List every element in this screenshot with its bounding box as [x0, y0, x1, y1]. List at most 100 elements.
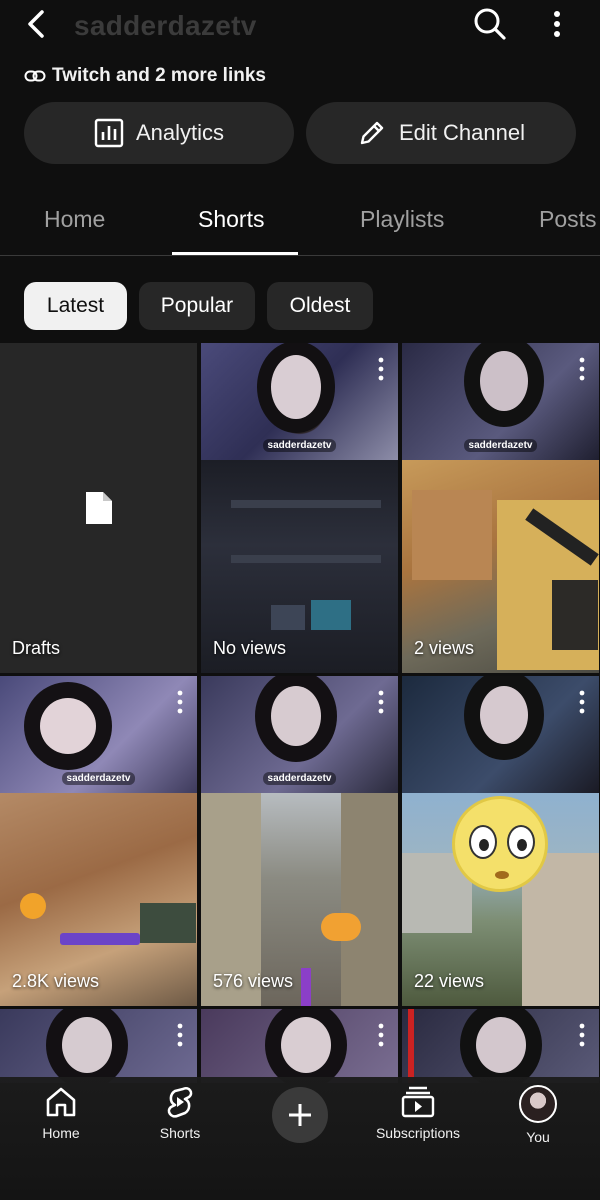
channel-watermark: sadderdazetv	[262, 439, 337, 452]
more-options-button[interactable]	[540, 4, 574, 44]
short-thumbnail-top: sadderdazetv	[0, 676, 197, 793]
filter-popular[interactable]: Popular	[139, 282, 255, 330]
more-vertical-icon[interactable]	[376, 357, 386, 381]
person-face	[271, 686, 321, 746]
short-thumbnail-top: sadderdazetv	[201, 676, 398, 793]
channel-watermark: sadderdazetv	[463, 439, 538, 452]
person-face	[40, 698, 96, 754]
nav-home-label: Home	[42, 1125, 80, 1141]
wall	[341, 793, 398, 1006]
short-tile[interactable]	[402, 1009, 599, 1083]
person-face	[271, 355, 321, 419]
person-face	[62, 1017, 112, 1073]
more-vertical-icon	[554, 11, 560, 37]
top-bar: sadderdazetv	[0, 0, 600, 52]
tab-playlists[interactable]: Playlists	[360, 206, 444, 233]
short-tile[interactable]: sadderdazetv 2 views	[402, 343, 599, 673]
more-vertical-icon[interactable]	[376, 690, 386, 714]
channel-name: sadderdazetv	[74, 10, 257, 41]
bottom-navigation: Home Shorts Subscriptions You	[0, 1077, 600, 1200]
short-thumbnail-top: sadderdazetv	[201, 343, 398, 460]
short-thumbnail-top	[201, 1009, 398, 1083]
more-vertical-icon[interactable]	[577, 690, 587, 714]
document-icon	[86, 492, 112, 524]
scope-rifle	[140, 903, 196, 943]
pencil-icon	[360, 121, 384, 145]
view-count: 22 views	[414, 971, 485, 991]
filter-oldest[interactable]: Oldest	[267, 282, 373, 330]
channel-links-label: Twitch and 2 more links	[52, 65, 266, 86]
view-count: 2.8K views	[12, 971, 100, 991]
back-button[interactable]	[18, 6, 54, 42]
active-tab-indicator	[172, 252, 298, 255]
hand	[552, 580, 598, 650]
short-tile[interactable]: sadderdazetv 576 views	[201, 676, 398, 1006]
bar-chart-icon	[94, 118, 124, 148]
channel-tabs: Home Shorts Playlists Posts	[0, 188, 600, 256]
muzzle-flash	[321, 913, 361, 941]
short-thumbnail-top: sadderdazetv	[402, 343, 599, 460]
filter-latest[interactable]: Latest	[24, 282, 127, 330]
search-icon	[474, 8, 506, 40]
tab-posts[interactable]: Posts	[539, 206, 597, 233]
nav-shorts[interactable]: Shorts	[125, 1085, 235, 1155]
more-vertical-icon[interactable]	[577, 1023, 587, 1047]
avatar	[519, 1085, 557, 1123]
box	[311, 600, 351, 630]
purple-marker	[301, 968, 311, 1006]
red-stripe	[408, 1009, 414, 1083]
view-count: 2 views	[414, 638, 475, 658]
overlay-text-banner	[60, 933, 140, 945]
more-vertical-icon[interactable]	[577, 357, 587, 381]
channel-watermark: sadderdazetv	[61, 772, 136, 785]
search-button[interactable]	[470, 4, 510, 44]
view-count: No views	[213, 638, 287, 658]
short-tile[interactable]: 22 views	[402, 676, 599, 1006]
nav-you[interactable]: You	[483, 1085, 593, 1155]
short-thumbnail-top	[402, 676, 599, 793]
short-thumbnail-top	[0, 1009, 197, 1083]
more-vertical-icon[interactable]	[175, 1023, 185, 1047]
tab-shorts[interactable]: Shorts	[198, 206, 264, 233]
channel-links[interactable]: Twitch and 2 more links	[24, 63, 266, 89]
shorts-icon	[167, 1087, 193, 1118]
shocked-emoji	[452, 796, 548, 892]
chevron-left-icon	[28, 10, 44, 38]
person-face	[476, 1017, 526, 1073]
analytics-label: Analytics	[135, 120, 225, 145]
link-icon	[24, 70, 46, 82]
person-face	[480, 351, 528, 411]
emoji	[20, 893, 46, 919]
shelf	[231, 500, 381, 508]
more-vertical-icon[interactable]	[175, 690, 185, 714]
plus-icon	[289, 1104, 311, 1126]
edit-channel-label: Edit Channel	[399, 120, 525, 145]
short-tile[interactable]: sadderdazetv 2.8K views	[0, 676, 197, 1006]
drafts-tile[interactable]: Drafts	[0, 343, 197, 673]
edit-channel-button[interactable]: Edit Channel	[306, 102, 576, 164]
nav-you-label: You	[526, 1129, 550, 1145]
channel-watermark: sadderdazetv	[262, 772, 337, 785]
person-face	[480, 686, 528, 744]
shorts-grid: Drafts sadderdazetv No views sadderdazet…	[0, 343, 600, 1083]
drafts-label: Drafts	[12, 638, 61, 658]
nav-home[interactable]: Home	[6, 1085, 116, 1155]
shelf	[231, 555, 381, 563]
short-tile[interactable]	[201, 1009, 398, 1083]
nav-subscriptions-label: Subscriptions	[375, 1125, 461, 1141]
short-tile[interactable]	[0, 1009, 197, 1083]
building	[412, 490, 492, 580]
nav-subscriptions[interactable]: Subscriptions	[363, 1085, 473, 1155]
short-thumbnail-top	[402, 1009, 599, 1083]
box	[271, 605, 305, 630]
person-face	[281, 1017, 331, 1073]
analytics-button[interactable]: Analytics	[24, 102, 294, 164]
tab-home[interactable]: Home	[44, 206, 105, 233]
view-count: 576 views	[213, 971, 294, 991]
home-icon	[46, 1087, 76, 1117]
subscriptions-icon	[401, 1086, 435, 1118]
short-tile[interactable]: sadderdazetv No views	[201, 343, 398, 673]
nav-shorts-label: Shorts	[159, 1125, 201, 1141]
create-button[interactable]	[272, 1087, 328, 1143]
more-vertical-icon[interactable]	[376, 1023, 386, 1047]
